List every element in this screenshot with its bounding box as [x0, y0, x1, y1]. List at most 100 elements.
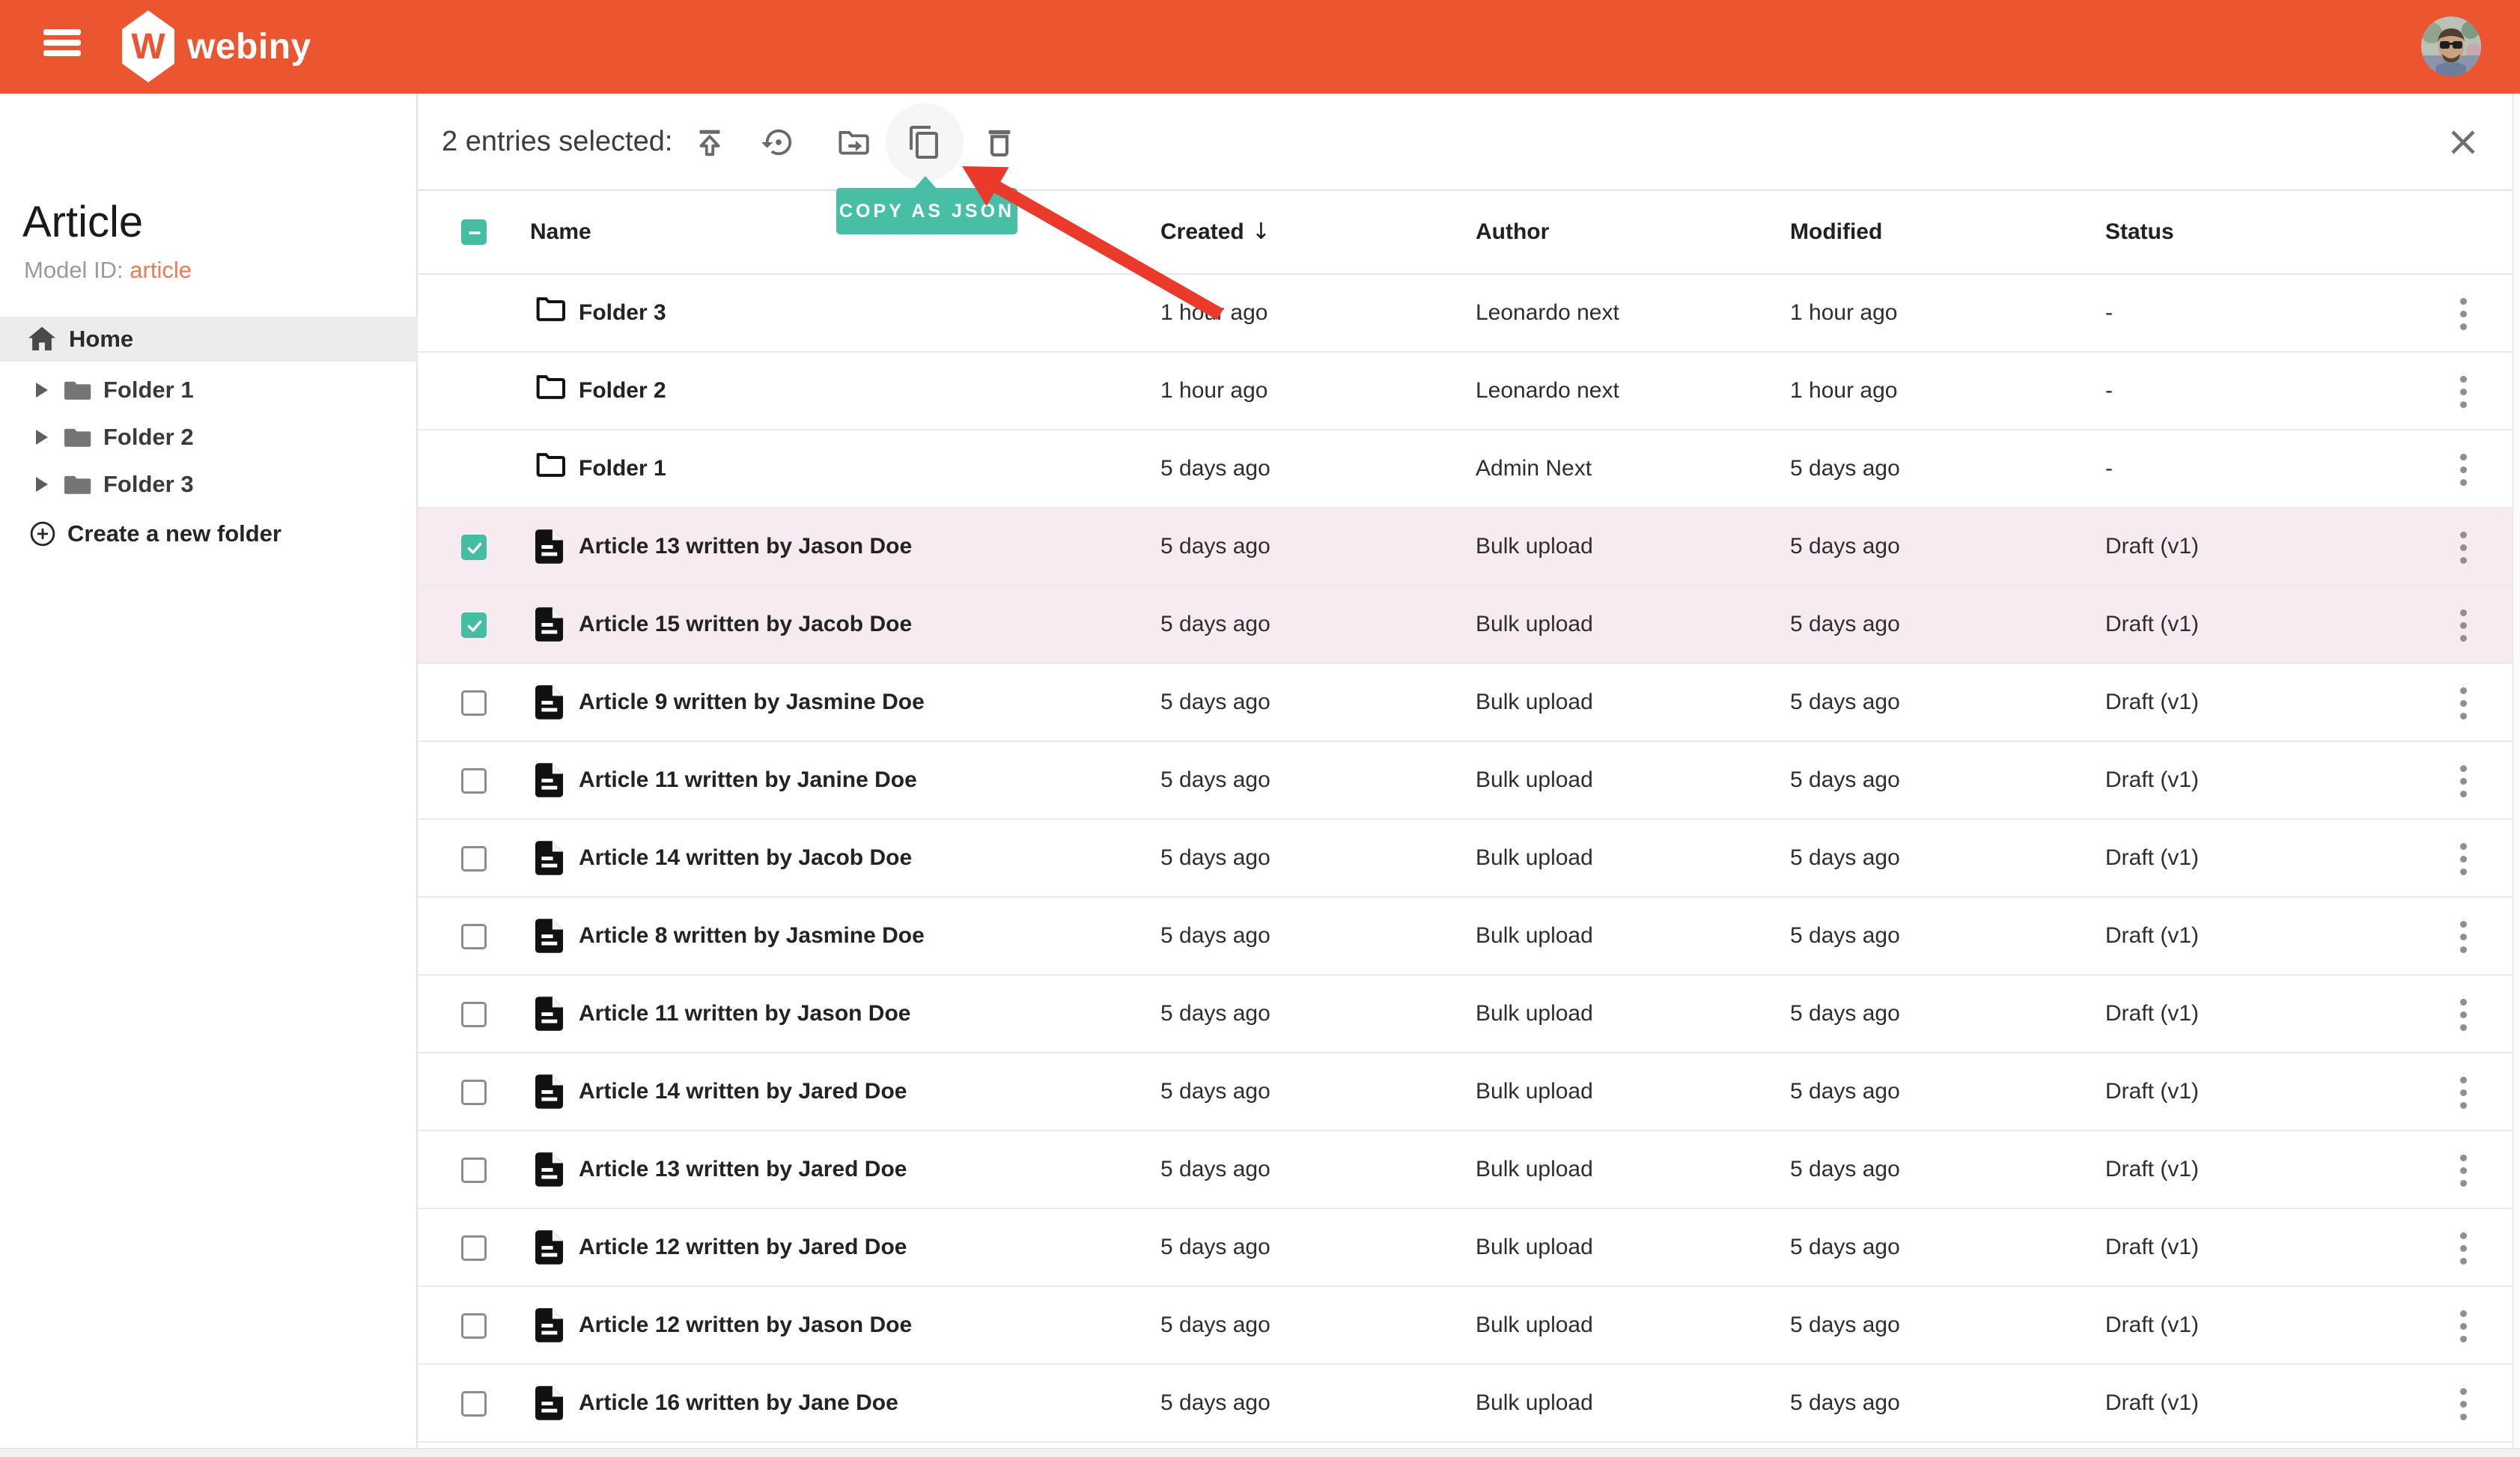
row-checkbox[interactable] — [461, 1235, 487, 1261]
entry-name[interactable]: Article 15 written by Jacob Doe — [579, 586, 912, 663]
table-row[interactable]: Folder 1 5 days ago Admin Next 5 days ag… — [418, 431, 2520, 508]
entry-name[interactable]: Article 13 written by Jason Doe — [579, 508, 912, 585]
table-row[interactable]: Article 13 written by Jason Doe 5 days a… — [418, 508, 2520, 586]
column-header-name[interactable]: Name — [530, 191, 591, 273]
row-actions-menu-button[interactable] — [2441, 992, 2486, 1037]
row-actions-menu-button[interactable] — [2441, 1148, 2486, 1193]
entry-name[interactable]: Folder 2 — [579, 353, 666, 429]
row-checkbox[interactable] — [461, 846, 487, 872]
table-row[interactable]: Article 11 written by Janine Doe 5 days … — [418, 742, 2520, 820]
row-checkbox[interactable] — [461, 535, 487, 560]
row-checkbox[interactable] — [461, 612, 487, 638]
row-checkbox[interactable] — [461, 1313, 487, 1339]
row-actions-menu-button[interactable] — [2441, 369, 2486, 414]
plus-circle-icon — [30, 521, 55, 546]
created-label: Created — [1160, 219, 1244, 244]
sidebar-folder-item[interactable]: Folder 2 — [0, 413, 418, 460]
table-row[interactable]: Folder 3 1 hour ago Leonardo next 1 hour… — [418, 275, 2520, 353]
article-icon — [535, 1230, 564, 1265]
folder-icon — [536, 453, 565, 477]
row-checkbox[interactable] — [461, 924, 487, 949]
entry-name[interactable]: Article 11 written by Janine Doe — [579, 742, 917, 818]
folder-icon — [64, 475, 91, 494]
column-header-author[interactable]: Author — [1476, 191, 1549, 273]
table-row[interactable]: Article 9 written by Jasmine Doe 5 days … — [418, 664, 2520, 742]
create-new-folder-button[interactable]: Create a new folder — [0, 510, 418, 557]
entry-status: Draft (v1) — [2105, 767, 2200, 792]
expand-chevron-icon[interactable] — [36, 429, 48, 445]
row-actions-menu-button[interactable] — [2441, 1070, 2486, 1115]
table-row[interactable]: Article 12 written by Jared Doe 5 days a… — [418, 1209, 2520, 1287]
row-actions-menu-button[interactable] — [2441, 291, 2486, 336]
expand-chevron-icon[interactable] — [36, 382, 48, 398]
entry-created: 5 days ago — [1160, 534, 1270, 559]
row-actions-menu-button[interactable] — [2441, 914, 2486, 959]
row-actions-menu-button[interactable] — [2441, 1226, 2486, 1271]
entry-name[interactable]: Article 11 written by Jason Doe — [579, 976, 910, 1052]
folder-icon — [536, 297, 565, 321]
entry-name[interactable]: Article 12 written by Jason Doe — [579, 1287, 912, 1363]
column-header-status[interactable]: Status — [2105, 191, 2174, 273]
entry-name[interactable]: Article 12 written by Jared Doe — [579, 1209, 907, 1286]
table-row[interactable]: Article 12 written by Jason Doe 5 days a… — [418, 1287, 2520, 1365]
entry-name[interactable]: Article 9 written by Jasmine Doe — [579, 664, 925, 740]
sidebar-item-home[interactable]: Home — [0, 317, 418, 362]
indeterminate-icon — [469, 231, 481, 234]
row-checkbox[interactable] — [461, 1002, 487, 1027]
publish-entries-button[interactable] — [687, 120, 732, 165]
sidebar-home-label: Home — [69, 326, 134, 352]
column-header-modified[interactable]: Modified — [1790, 191, 1882, 273]
row-actions-menu-button[interactable] — [2441, 525, 2486, 570]
restore-entries-button[interactable] — [756, 120, 801, 165]
row-checkbox[interactable] — [461, 1080, 487, 1105]
entry-name[interactable]: Folder 1 — [579, 431, 666, 507]
entry-author: Bulk upload — [1476, 767, 1593, 792]
entry-name[interactable]: Article 13 written by Jared Doe — [579, 1131, 907, 1208]
entry-name[interactable]: Article 8 written by Jasmine Doe — [579, 898, 925, 974]
table-row[interactable]: Article 13 written by Jared Doe 5 days a… — [418, 1131, 2520, 1209]
row-actions-menu-button[interactable] — [2441, 1304, 2486, 1348]
select-all-checkbox[interactable] — [461, 219, 487, 245]
table-row[interactable]: Article 11 written by Jason Doe 5 days a… — [418, 976, 2520, 1053]
sidebar-folder-item[interactable]: Folder 1 — [0, 366, 418, 413]
folder-icon — [536, 375, 565, 399]
sidebar-folder-item[interactable]: Folder 3 — [0, 460, 418, 508]
table-row[interactable]: Article 8 written by Jasmine Doe 5 days … — [418, 898, 2520, 976]
home-icon — [28, 326, 55, 350]
move-to-folder-button[interactable] — [831, 120, 876, 165]
table-row[interactable]: Article 15 written by Jacob Doe 5 days a… — [418, 586, 2520, 664]
table-row[interactable]: Article 14 written by Jacob Doe 5 days a… — [418, 820, 2520, 898]
horizontal-scrollbar[interactable] — [0, 1448, 2520, 1457]
row-actions-menu-button[interactable] — [2441, 1381, 2486, 1426]
row-actions-menu-button[interactable] — [2441, 447, 2486, 492]
entry-name[interactable]: Article 14 written by Jared Doe — [579, 1053, 907, 1130]
entry-status: Draft (v1) — [2105, 690, 2200, 714]
folder-tree: Folder 1 Folder 2 Folder 3 — [0, 366, 418, 508]
table-row[interactable]: Article 14 written by Jared Doe 5 days a… — [418, 1053, 2520, 1131]
entry-name[interactable]: Article 14 written by Jacob Doe — [579, 820, 912, 896]
expand-chevron-icon[interactable] — [36, 476, 48, 492]
entry-name[interactable]: Folder 3 — [579, 275, 666, 351]
row-actions-menu-button[interactable] — [2441, 758, 2486, 803]
table-header-row: Name Created ↓ Author Modified Status — [418, 191, 2520, 275]
hamburger-menu-icon[interactable] — [43, 25, 81, 68]
row-actions-menu-button[interactable] — [2441, 603, 2486, 648]
user-avatar[interactable] — [2421, 16, 2481, 76]
row-checkbox[interactable] — [461, 768, 487, 794]
row-checkbox[interactable] — [461, 690, 487, 716]
row-checkbox[interactable] — [461, 1158, 487, 1183]
article-icon — [535, 841, 564, 875]
row-checkbox[interactable] — [461, 1391, 487, 1417]
table-row[interactable]: Article 16 written by Jane Doe 5 days ag… — [418, 1365, 2520, 1443]
table-row[interactable]: Folder 2 1 hour ago Leonardo next 1 hour… — [418, 353, 2520, 431]
delete-entries-button[interactable] — [977, 120, 1022, 165]
brand-wordmark: webiny — [187, 26, 311, 67]
column-header-created[interactable]: Created ↓ — [1160, 191, 1270, 273]
entry-name[interactable]: Article 16 written by Jane Doe — [579, 1365, 898, 1441]
entry-modified: 5 days ago — [1790, 612, 1900, 636]
row-actions-menu-button[interactable] — [2441, 681, 2486, 726]
row-actions-menu-button[interactable] — [2441, 836, 2486, 881]
copy-as-json-button[interactable] — [902, 120, 947, 165]
vertical-scrollbar[interactable] — [2513, 94, 2520, 1448]
close-selection-button[interactable] — [2441, 120, 2486, 165]
